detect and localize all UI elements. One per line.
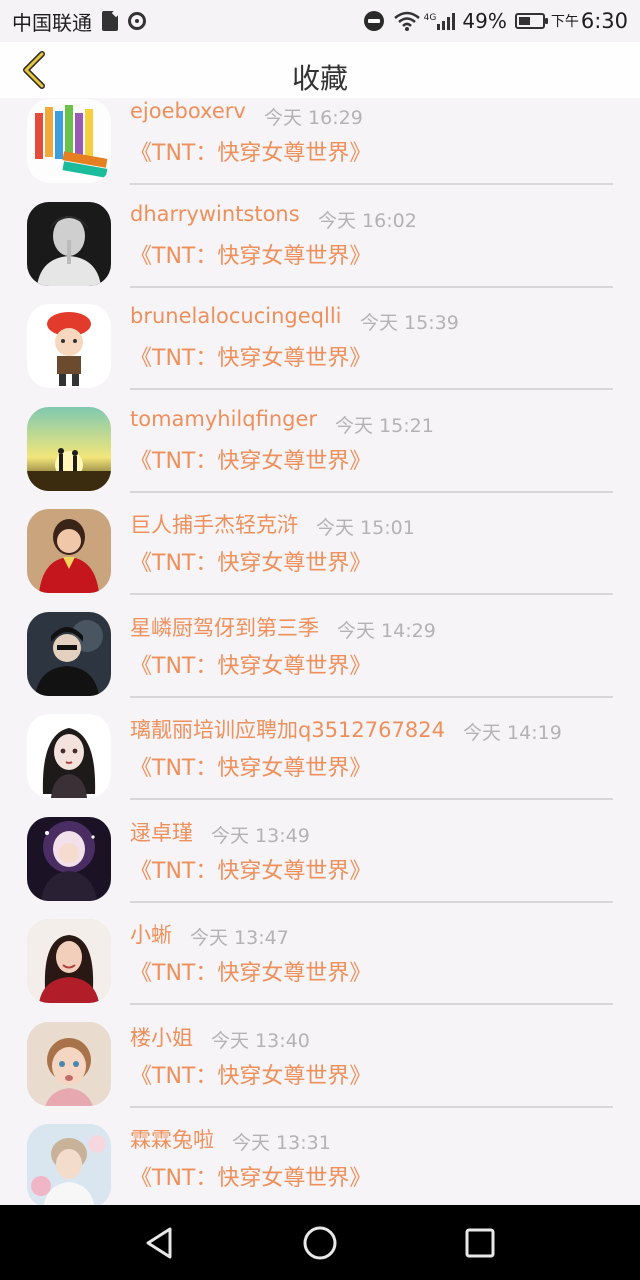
avatar[interactable] bbox=[27, 611, 111, 696]
do-not-disturb-icon bbox=[363, 11, 384, 31]
avatar-image bbox=[27, 1124, 111, 1205]
avatar[interactable] bbox=[27, 304, 111, 388]
signal-icon bbox=[437, 13, 456, 30]
avatar[interactable] bbox=[27, 99, 111, 183]
list-item[interactable]: 璃靓丽培训应聘加q3512767824 今天 14:19 《TNT：快穿女尊世界… bbox=[0, 700, 640, 803]
row-book-title[interactable]: 《TNT：快穿女尊世界》 bbox=[130, 238, 371, 270]
page-title: 收藏 bbox=[291, 62, 348, 95]
status-right: 4G 49% 下午 6:30 bbox=[363, 9, 628, 33]
home-circle-icon[interactable] bbox=[302, 1225, 338, 1261]
row-timestamp: 今天 15:21 bbox=[335, 414, 434, 437]
row-timestamp: 今天 16:02 bbox=[318, 209, 417, 232]
battery-percent: 49% bbox=[462, 9, 507, 33]
divider bbox=[130, 593, 613, 595]
list-item[interactable]: 小蜥 今天 13:47 《TNT：快穿女尊世界》 bbox=[0, 905, 640, 1008]
avatar-image bbox=[27, 714, 111, 798]
row-timestamp: 今天 13:47 bbox=[190, 927, 289, 949]
screen: 中国联通 4G 49% 下午 6:30 收藏 ejoeboxerv 今天 16:… bbox=[0, 0, 640, 1280]
row-timestamp: 今天 13:40 bbox=[211, 1029, 310, 1052]
list-item[interactable]: ejoeboxerv 今天 16:29 《TNT：快穿女尊世界》 bbox=[0, 85, 640, 188]
avatar-image bbox=[27, 919, 111, 1003]
row-book-title[interactable]: 《TNT：快穿女尊世界》 bbox=[130, 443, 371, 475]
list-item[interactable]: 霖霖兔啦 今天 13:31 《TNT：快穿女尊世界》 bbox=[0, 1110, 640, 1205]
sd-card-icon bbox=[102, 11, 118, 31]
avatar[interactable] bbox=[27, 1021, 111, 1106]
divider bbox=[130, 490, 613, 493]
divider bbox=[130, 900, 613, 903]
row-timestamp: 今天 13:49 bbox=[211, 824, 310, 847]
clock: 6:30 bbox=[580, 9, 628, 33]
back-button[interactable] bbox=[14, 48, 58, 92]
avatar-image bbox=[27, 816, 111, 901]
row-timestamp: 今天 16:29 bbox=[264, 107, 363, 129]
avatar-image bbox=[27, 611, 111, 696]
row-username[interactable]: brunelalocucingeqlli bbox=[130, 304, 342, 328]
back-triangle-icon[interactable] bbox=[142, 1225, 178, 1261]
row-book-title[interactable]: 《TNT：快穿女尊世界》 bbox=[130, 853, 371, 885]
row-book-title[interactable]: 《TNT：快穿女尊世界》 bbox=[130, 545, 371, 577]
wifi-icon bbox=[393, 11, 420, 31]
row-username[interactable]: dharrywintstons bbox=[130, 202, 300, 226]
avatar-image bbox=[27, 304, 111, 388]
row-timestamp: 今天 15:39 bbox=[360, 312, 459, 334]
row-book-title[interactable]: 《TNT：快穿女尊世界》 bbox=[130, 1160, 371, 1192]
divider bbox=[130, 1105, 613, 1108]
battery-icon bbox=[514, 13, 548, 29]
row-username[interactable]: 小蜥 bbox=[130, 919, 172, 949]
avatar-image bbox=[27, 201, 111, 286]
row-username[interactable]: 逯卓瑾 bbox=[130, 817, 193, 847]
avatar[interactable] bbox=[27, 1124, 111, 1205]
avatar[interactable] bbox=[27, 714, 111, 798]
recents-square-icon[interactable] bbox=[462, 1225, 498, 1261]
network-type-label: 4G bbox=[423, 13, 437, 23]
row-book-title[interactable]: 《TNT：快穿女尊世界》 bbox=[130, 955, 371, 987]
avatar-image bbox=[27, 1021, 111, 1106]
divider bbox=[130, 1003, 613, 1005]
divider bbox=[130, 183, 613, 185]
favorites-list: ejoeboxerv 今天 16:29 《TNT：快穿女尊世界》 dharryw… bbox=[0, 85, 640, 1205]
header: 收藏 bbox=[0, 42, 640, 98]
row-timestamp: 今天 14:19 bbox=[463, 722, 562, 744]
row-book-title[interactable]: 《TNT：快穿女尊世界》 bbox=[130, 340, 371, 372]
divider bbox=[130, 798, 613, 800]
row-username[interactable]: 星嶙厨驾伢到第三季 bbox=[130, 612, 319, 642]
list-item[interactable]: 楼小姐 今天 13:40 《TNT：快穿女尊世界》 bbox=[0, 1008, 640, 1111]
divider bbox=[130, 695, 613, 698]
divider bbox=[130, 388, 613, 390]
list-item[interactable]: tomamyhilqfinger 今天 15:21 《TNT：快穿女尊世界》 bbox=[0, 393, 640, 496]
row-timestamp: 今天 15:01 bbox=[316, 517, 415, 539]
row-username[interactable]: ejoeboxerv bbox=[130, 99, 246, 123]
status-bar: 中国联通 4G 49% 下午 6:30 bbox=[0, 0, 640, 42]
avatar[interactable] bbox=[27, 816, 111, 901]
time-prefix: 下午 bbox=[550, 14, 579, 30]
row-username[interactable]: 楼小姐 bbox=[130, 1022, 193, 1052]
avatar-image bbox=[27, 509, 111, 593]
list-item[interactable]: 巨人捕手杰轻克浒 今天 15:01 《TNT：快穿女尊世界》 bbox=[0, 495, 640, 598]
row-username[interactable]: tomamyhilqfinger bbox=[130, 407, 317, 431]
list-item[interactable]: brunelalocucingeqlli 今天 15:39 《TNT：快穿女尊世… bbox=[0, 290, 640, 393]
divider bbox=[130, 285, 613, 288]
chevron-left-icon bbox=[23, 51, 45, 89]
row-timestamp: 今天 14:29 bbox=[337, 619, 436, 642]
avatar[interactable] bbox=[27, 406, 111, 491]
row-username[interactable]: 巨人捕手杰轻克浒 bbox=[130, 509, 298, 539]
row-username[interactable]: 霖霖兔啦 bbox=[130, 1124, 214, 1154]
carrier-label: 中国联通 bbox=[12, 10, 92, 35]
row-book-title[interactable]: 《TNT：快穿女尊世界》 bbox=[130, 1058, 371, 1090]
avatar[interactable] bbox=[27, 919, 111, 1003]
row-book-title[interactable]: 《TNT：快穿女尊世界》 bbox=[130, 135, 371, 167]
avatar-image bbox=[27, 99, 111, 183]
hotspot-icon bbox=[128, 12, 146, 30]
avatar[interactable] bbox=[27, 201, 111, 286]
row-book-title[interactable]: 《TNT：快穿女尊世界》 bbox=[130, 648, 371, 680]
row-book-title[interactable]: 《TNT：快穿女尊世界》 bbox=[130, 750, 371, 782]
avatar[interactable] bbox=[27, 509, 111, 593]
avatar-image bbox=[27, 406, 111, 491]
list-item[interactable]: 逯卓瑾 今天 13:49 《TNT：快穿女尊世界》 bbox=[0, 803, 640, 906]
list-item[interactable]: 星嶙厨驾伢到第三季 今天 14:29 《TNT：快穿女尊世界》 bbox=[0, 598, 640, 701]
list-item[interactable]: dharrywintstons 今天 16:02 《TNT：快穿女尊世界》 bbox=[0, 188, 640, 291]
row-username[interactable]: 璃靓丽培训应聘加q3512767824 bbox=[130, 714, 445, 744]
row-timestamp: 今天 13:31 bbox=[232, 1132, 331, 1154]
navigation-bar bbox=[0, 1205, 640, 1280]
